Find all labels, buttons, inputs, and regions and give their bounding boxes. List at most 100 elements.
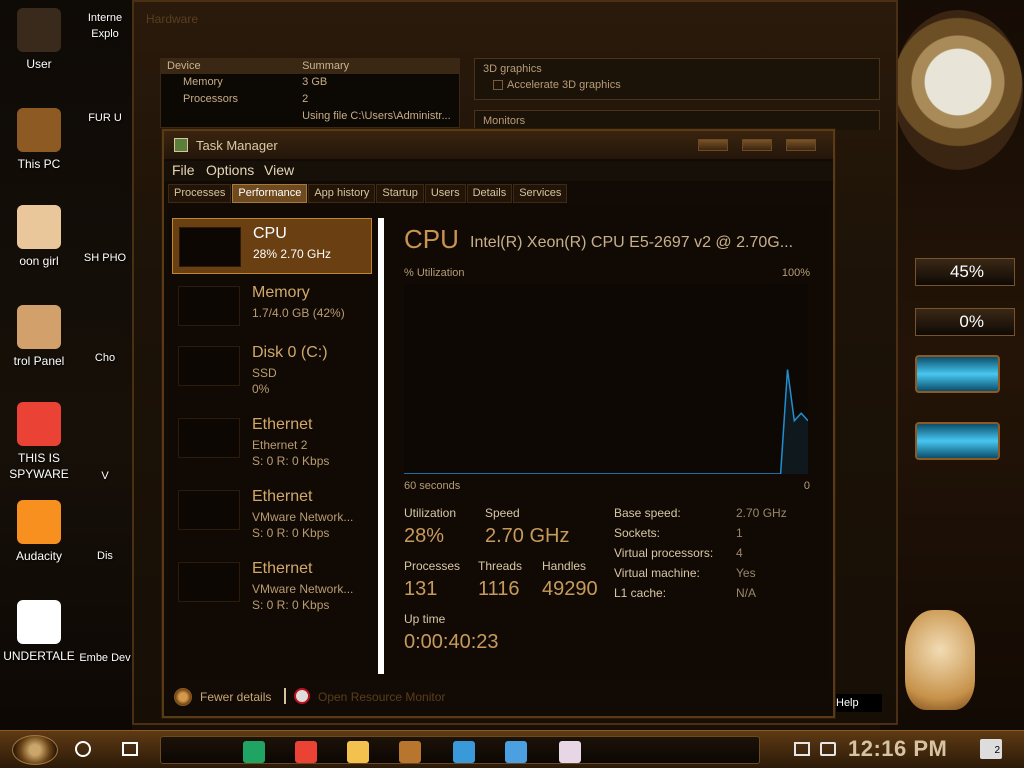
base-speed-label: Base speed: — [614, 506, 681, 520]
cpu-title: CPU — [404, 224, 459, 254]
maximize-button[interactable] — [742, 139, 772, 151]
table-row[interactable]: Using file C:\Users\Administr... — [161, 108, 459, 125]
resource-monitor-icon[interactable] — [294, 688, 310, 704]
desktop-icon-image — [17, 600, 61, 644]
task-manager-titlebar[interactable]: Task Manager — [164, 131, 833, 159]
menu-file[interactable]: File — [172, 162, 195, 178]
sidebar-scrollbar[interactable] — [378, 218, 384, 674]
sidebar-item-ethernet-1[interactable]: Ethernet Ethernet 2 S: 0 R: 0 Kbps — [172, 410, 372, 468]
menu-view[interactable]: View — [264, 162, 294, 178]
open-resource-monitor-link[interactable]: Open Resource Monitor — [318, 690, 445, 704]
sidebar-item-detail-2: S: 0 R: 0 Kbps — [252, 598, 330, 612]
pipe-gauge-2 — [915, 422, 1000, 460]
sidebar-item-ethernet-2[interactable]: Ethernet VMware Network... S: 0 R: 0 Kbp… — [172, 482, 372, 540]
task-view-icon[interactable] — [122, 742, 138, 756]
desktop-icon[interactable]: V — [78, 468, 132, 484]
fewer-details-icon[interactable] — [174, 688, 192, 706]
desktop-icon[interactable]: Audacity — [0, 500, 78, 564]
volume-muted-icon[interactable] — [820, 742, 836, 756]
file-explorer-icon[interactable] — [347, 741, 369, 763]
desktop-icon[interactable]: Interne Explo — [78, 10, 132, 42]
desktop-icon[interactable]: Cho — [78, 350, 132, 366]
task-manager-footer: Fewer details Open Resource Monitor — [168, 684, 829, 712]
utilization-axis-max: 100% — [781, 267, 810, 279]
close-button[interactable] — [786, 139, 816, 151]
cortana-search-icon[interactable] — [75, 741, 91, 757]
sidebar-item-detail: VMware Network... — [252, 510, 354, 524]
tab-details[interactable]: Details — [466, 184, 513, 203]
sidebar-item-detail: VMware Network... — [252, 582, 354, 596]
uptime-value: 0:00:40:23 — [404, 631, 499, 653]
tab-startup[interactable]: Startup — [376, 184, 424, 203]
table-header: Device Summary — [161, 59, 459, 74]
desktop-icon-label: User — [26, 57, 52, 71]
cpu-graph-line — [404, 369, 808, 474]
chrome-app-icon[interactable] — [295, 741, 317, 763]
memory-mini-graph — [178, 286, 240, 326]
notification-center-icon[interactable]: 2 — [980, 739, 1002, 759]
sidebar-item-name: CPU — [253, 225, 287, 242]
desktop-icon[interactable]: trol Panel — [0, 305, 78, 369]
network-icon[interactable] — [794, 742, 810, 756]
desktop-icon[interactable]: Embe Dev — [78, 650, 132, 666]
taskbar-apps — [160, 736, 760, 764]
handles-label: Handles — [542, 559, 587, 573]
minimize-button[interactable] — [698, 139, 728, 151]
menu-options[interactable]: Options — [206, 162, 254, 178]
tab-services[interactable]: Services — [513, 184, 568, 203]
desktop-icon-image — [17, 305, 61, 349]
fewer-details-link[interactable]: Fewer details — [200, 690, 271, 704]
tab-app-history[interactable]: App history — [308, 184, 376, 203]
table-row[interactable]: Processors 2 — [161, 91, 459, 108]
desktop-icon-image — [17, 500, 61, 544]
threads-value: 1116 — [478, 578, 520, 600]
cpu-utilization-graph — [404, 284, 808, 474]
cpu-detail-pane: CPU Intel(R) Xeon(R) CPU E5-2697 v2 @ 2.… — [400, 204, 820, 674]
sheets-app-icon[interactable] — [243, 741, 265, 763]
desktop-icon[interactable]: oon girl — [0, 205, 78, 269]
desktop-icon[interactable]: FUR U — [78, 110, 132, 126]
col-summary: Summary — [302, 60, 350, 72]
sockets-value: 1 — [736, 526, 743, 540]
desktop-icon[interactable]: THIS IS SPYWARE — [0, 402, 78, 482]
desktop-icon-label: V — [101, 470, 109, 482]
group-3d-title: 3D graphics — [483, 63, 542, 75]
desktop-icon[interactable]: Dis — [78, 548, 132, 564]
sidebar-item-detail-2: S: 0 R: 0 Kbps — [252, 526, 330, 540]
sidebar-item-ethernet-3[interactable]: Ethernet VMware Network... S: 0 R: 0 Kbp… — [172, 554, 372, 612]
l1-cache-value: N/A — [736, 586, 757, 600]
tab-users[interactable]: Users — [424, 184, 466, 203]
gauge-1: 45% — [915, 258, 1015, 286]
tab-performance[interactable]: Performance — [232, 184, 308, 203]
processes-value: 131 — [404, 578, 438, 600]
resource-sidebar: CPU 28% 2.70 GHz Memory 1.7/4.0 GB (42%)… — [168, 204, 376, 674]
start-button[interactable] — [12, 735, 58, 765]
accelerate-3d-checkbox[interactable]: Accelerate 3D graphics — [483, 79, 871, 91]
sidebar-item-name: Disk 0 (C:) — [252, 344, 328, 361]
cell-summary: Using file C:\Users\Administr... — [302, 110, 451, 122]
desktop-icon[interactable]: UNDERTALE — [0, 600, 78, 664]
taskbar-clock[interactable]: 12:16 PM — [848, 736, 947, 762]
desktop-icon-label: THIS IS SPYWARE — [9, 451, 69, 481]
sidebar-item-cpu[interactable]: CPU 28% 2.70 GHz — [172, 218, 372, 274]
tab-processes[interactable]: Processes — [168, 184, 232, 203]
checkbox-label: Accelerate 3D graphics — [507, 79, 621, 91]
sidebar-item-disk[interactable]: Disk 0 (C:) SSD 0% — [172, 338, 372, 396]
desktop-icon[interactable]: SH PHO — [78, 250, 132, 266]
photo-app-icon[interactable] — [399, 741, 421, 763]
desktop-icon[interactable]: This PC — [0, 108, 78, 172]
table-row[interactable]: Memory 3 GB — [161, 74, 459, 91]
checkbox-icon[interactable] — [493, 80, 503, 91]
handles-value: 49290 — [542, 578, 598, 600]
hardware-device-table[interactable]: Device Summary Memory 3 GB Processors 2 … — [160, 58, 460, 128]
tab-strip: Processes Performance App history Startu… — [168, 184, 568, 203]
sidebar-item-memory[interactable]: Memory 1.7/4.0 GB (42%) — [172, 278, 372, 334]
paint-app-icon[interactable] — [559, 741, 581, 763]
desktop-icon[interactable]: User — [0, 8, 78, 72]
hamster-image — [905, 610, 975, 710]
vmware-app-icon[interactable] — [505, 741, 527, 763]
cpu-mini-graph — [179, 227, 241, 267]
virtual-machine-label: Virtual machine: — [614, 566, 700, 580]
virtual-processors-label: Virtual processors: — [614, 546, 714, 560]
ie-app-icon[interactable] — [453, 741, 475, 763]
